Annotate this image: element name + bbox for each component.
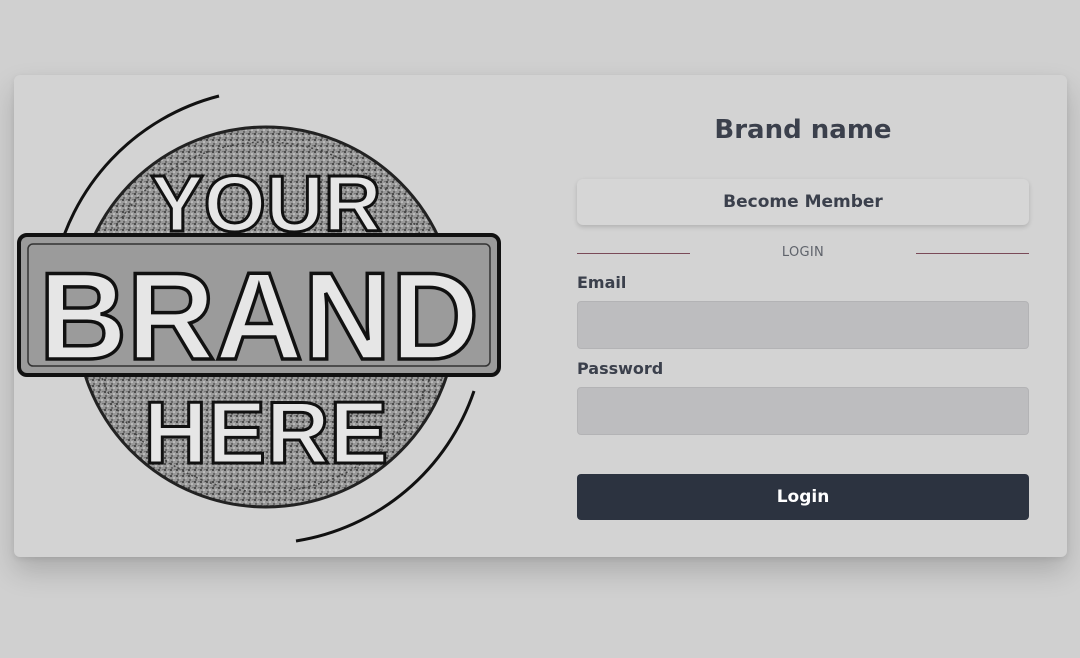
- login-button[interactable]: Login: [577, 474, 1029, 520]
- login-form: Brand name Become Member LOGIN Email Pas…: [577, 75, 1029, 557]
- email-label: Email: [577, 273, 627, 292]
- brand-name-heading: Brand name: [714, 115, 892, 145]
- brand-logo: YOUR BRAND HERE: [17, 94, 501, 543]
- logo-text-your: YOUR: [150, 159, 381, 248]
- password-label: Password: [577, 359, 664, 378]
- login-divider: LOGIN: [577, 243, 1029, 263]
- password-field[interactable]: [577, 387, 1029, 435]
- become-member-button[interactable]: Become Member: [577, 179, 1029, 225]
- divider-line-right: [916, 253, 1029, 254]
- logo-text-here: HERE: [144, 383, 389, 482]
- login-card: YOUR BRAND HERE Brand name Become Member…: [14, 75, 1067, 557]
- email-field[interactable]: [577, 301, 1029, 349]
- logo-text-brand: BRAND: [39, 248, 479, 386]
